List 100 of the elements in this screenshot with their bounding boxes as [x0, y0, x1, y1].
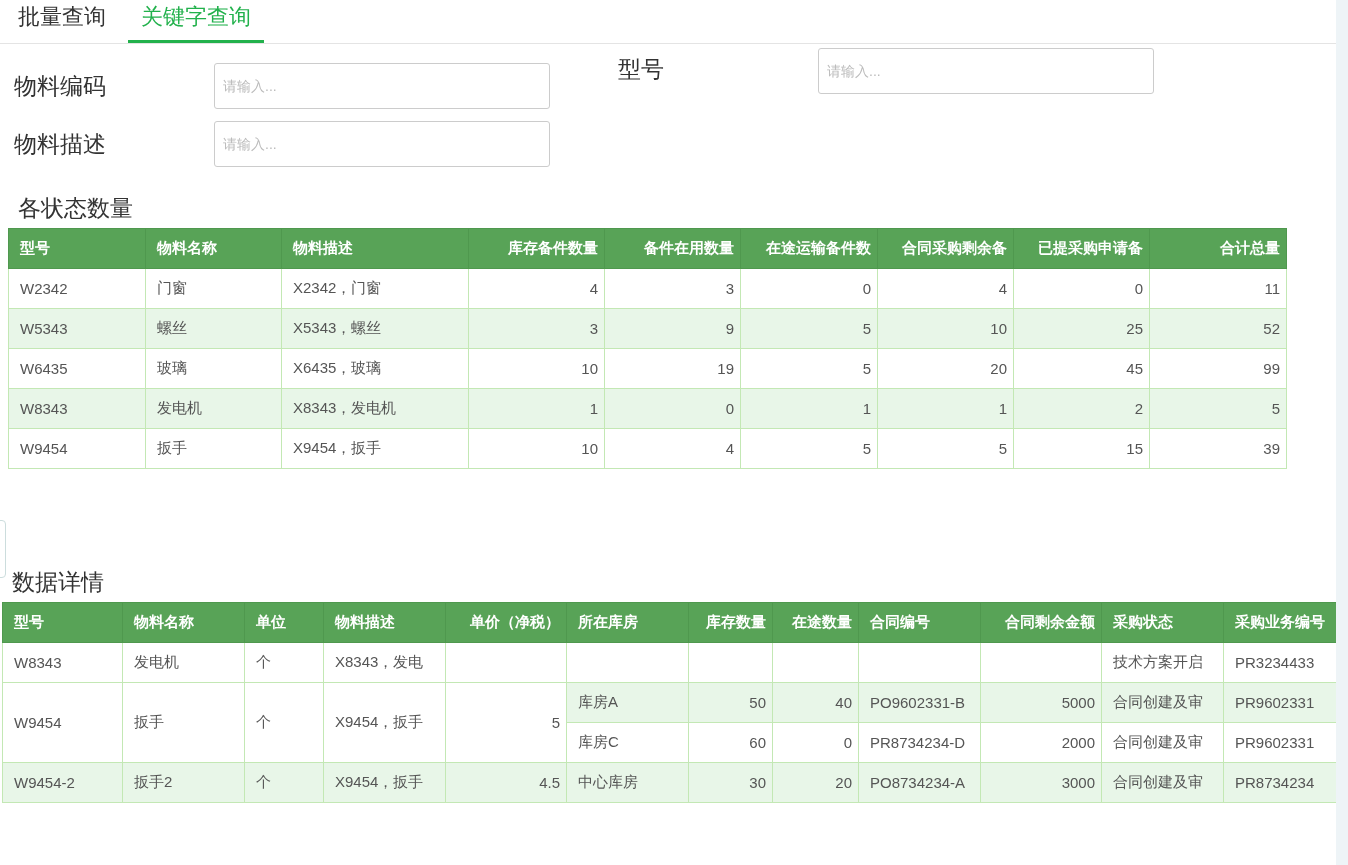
table-cell: 5: [740, 428, 878, 469]
table-cell: 4: [468, 268, 605, 309]
table-cell: 10: [877, 308, 1014, 349]
table-cell: PR3234433: [1223, 642, 1336, 683]
table-cell: 扳手: [122, 682, 245, 763]
table-cell: W8343: [2, 642, 123, 683]
table-cell: 9: [604, 308, 741, 349]
column-header: 备件在用数量: [604, 228, 741, 269]
table-cell: 20: [877, 348, 1014, 389]
table-cell: 3: [468, 308, 605, 349]
column-header: 单位: [244, 602, 324, 643]
table-cell: 合同创建及审: [1101, 722, 1224, 763]
table-cell: 3000: [980, 762, 1102, 803]
column-header: 型号: [8, 228, 146, 269]
table-cell: 个: [244, 682, 324, 763]
table-cell: PO8734234-A: [858, 762, 981, 803]
table-cell: 门窗: [145, 268, 282, 309]
table-cell: 0: [772, 722, 859, 763]
table-cell: 5000: [980, 682, 1102, 723]
input-field[interactable]: 请输入...: [214, 121, 550, 167]
table-cell: X2342，门窗: [281, 268, 469, 309]
column-header: 所在库房: [566, 602, 689, 643]
table-cell: 19: [604, 348, 741, 389]
table-cell: W8343: [8, 388, 146, 429]
section-title: 数据详情: [11, 568, 105, 597]
column-header: 在途数量: [772, 602, 859, 643]
table-cell: X8343，发电机: [281, 388, 469, 429]
table-cell: 2000: [980, 722, 1102, 763]
table-cell: 4: [877, 268, 1014, 309]
column-header: 物料名称: [145, 228, 282, 269]
table-cell: W2342: [8, 268, 146, 309]
table-cell: W9454: [8, 428, 146, 469]
tab[interactable]: 批量查询: [18, 0, 106, 43]
table-cell: 发电机: [122, 642, 245, 683]
table-cell: PO9602331-B: [858, 682, 981, 723]
table-cell: 螺丝: [145, 308, 282, 349]
column-header: 型号: [2, 602, 123, 643]
table-cell: 中心库房: [566, 762, 689, 803]
table-cell: 15: [1013, 428, 1150, 469]
column-header: 合同采购剩余备: [877, 228, 1014, 269]
column-header: 库存备件数量: [468, 228, 605, 269]
table-cell: 玻璃: [145, 348, 282, 389]
input-field[interactable]: 请输入...: [214, 63, 550, 109]
table-cell: 扳手: [145, 428, 282, 469]
table-cell: 0: [740, 268, 878, 309]
table-cell: 0: [1013, 268, 1150, 309]
table-cell: 52: [1149, 308, 1287, 349]
table-cell: 10: [468, 428, 605, 469]
table-cell: PR9602331: [1223, 722, 1336, 763]
column-header: 物料描述: [323, 602, 446, 643]
table-cell: 库房C: [566, 722, 689, 763]
table-cell: 5: [445, 682, 567, 763]
table-cell: 45: [1013, 348, 1150, 389]
column-header: 合同剩余金额: [980, 602, 1102, 643]
table-cell: 1: [468, 388, 605, 429]
field-label: 物料编码: [14, 71, 107, 101]
table-cell: 技术方案开启: [1101, 642, 1224, 683]
table-cell: 50: [688, 682, 773, 723]
table-cell: X9454，扳手: [281, 428, 469, 469]
table-cell: 39: [1149, 428, 1287, 469]
section-title: 各状态数量: [17, 194, 134, 223]
column-header: 库存数量: [688, 602, 773, 643]
column-header: 合计总量: [1149, 228, 1287, 269]
table-cell: 1: [877, 388, 1014, 429]
table-cell: W6435: [8, 348, 146, 389]
table-cell: 库房A: [566, 682, 689, 723]
table-cell: PR9602331: [1223, 682, 1336, 723]
table-cell: W5343: [8, 308, 146, 349]
table-cell: W9454-2: [2, 762, 123, 803]
table-cell: 1: [740, 388, 878, 429]
column-header: 已提采购申请备: [1013, 228, 1150, 269]
table-cell: 5: [740, 308, 878, 349]
column-header: 物料名称: [122, 602, 245, 643]
table-cell: X9454，扳手: [323, 762, 446, 803]
table-cell: 20: [772, 762, 859, 803]
table-cell: 30: [688, 762, 773, 803]
column-header: 合同编号: [858, 602, 981, 643]
table-cell: X8343，发电: [323, 642, 446, 683]
table-cell: 11: [1149, 268, 1287, 309]
table-cell: 5: [877, 428, 1014, 469]
table-cell: 合同创建及审: [1101, 762, 1224, 803]
table-cell: 个: [244, 642, 324, 683]
column-header: 单价（净税）: [445, 602, 567, 643]
table-cell: 10: [468, 348, 605, 389]
field-label: 型号: [618, 55, 665, 84]
input-field[interactable]: 请输入...: [818, 48, 1154, 94]
table-cell: 4: [604, 428, 741, 469]
table-cell: 60: [688, 722, 773, 763]
table-cell: 4.5: [445, 762, 567, 803]
column-header: 采购状态: [1101, 602, 1224, 643]
table-cell: 5: [1149, 388, 1287, 429]
table-cell: 40: [772, 682, 859, 723]
table-cell: X5343，螺丝: [281, 308, 469, 349]
column-header: 物料描述: [281, 228, 469, 269]
column-header: 在途运输备件数: [740, 228, 878, 269]
table-cell: 发电机: [145, 388, 282, 429]
table-cell: 2: [1013, 388, 1150, 429]
table-cell: 扳手2: [122, 762, 245, 803]
field-label: 物料描述: [14, 129, 107, 159]
table-cell: 3: [604, 268, 741, 309]
